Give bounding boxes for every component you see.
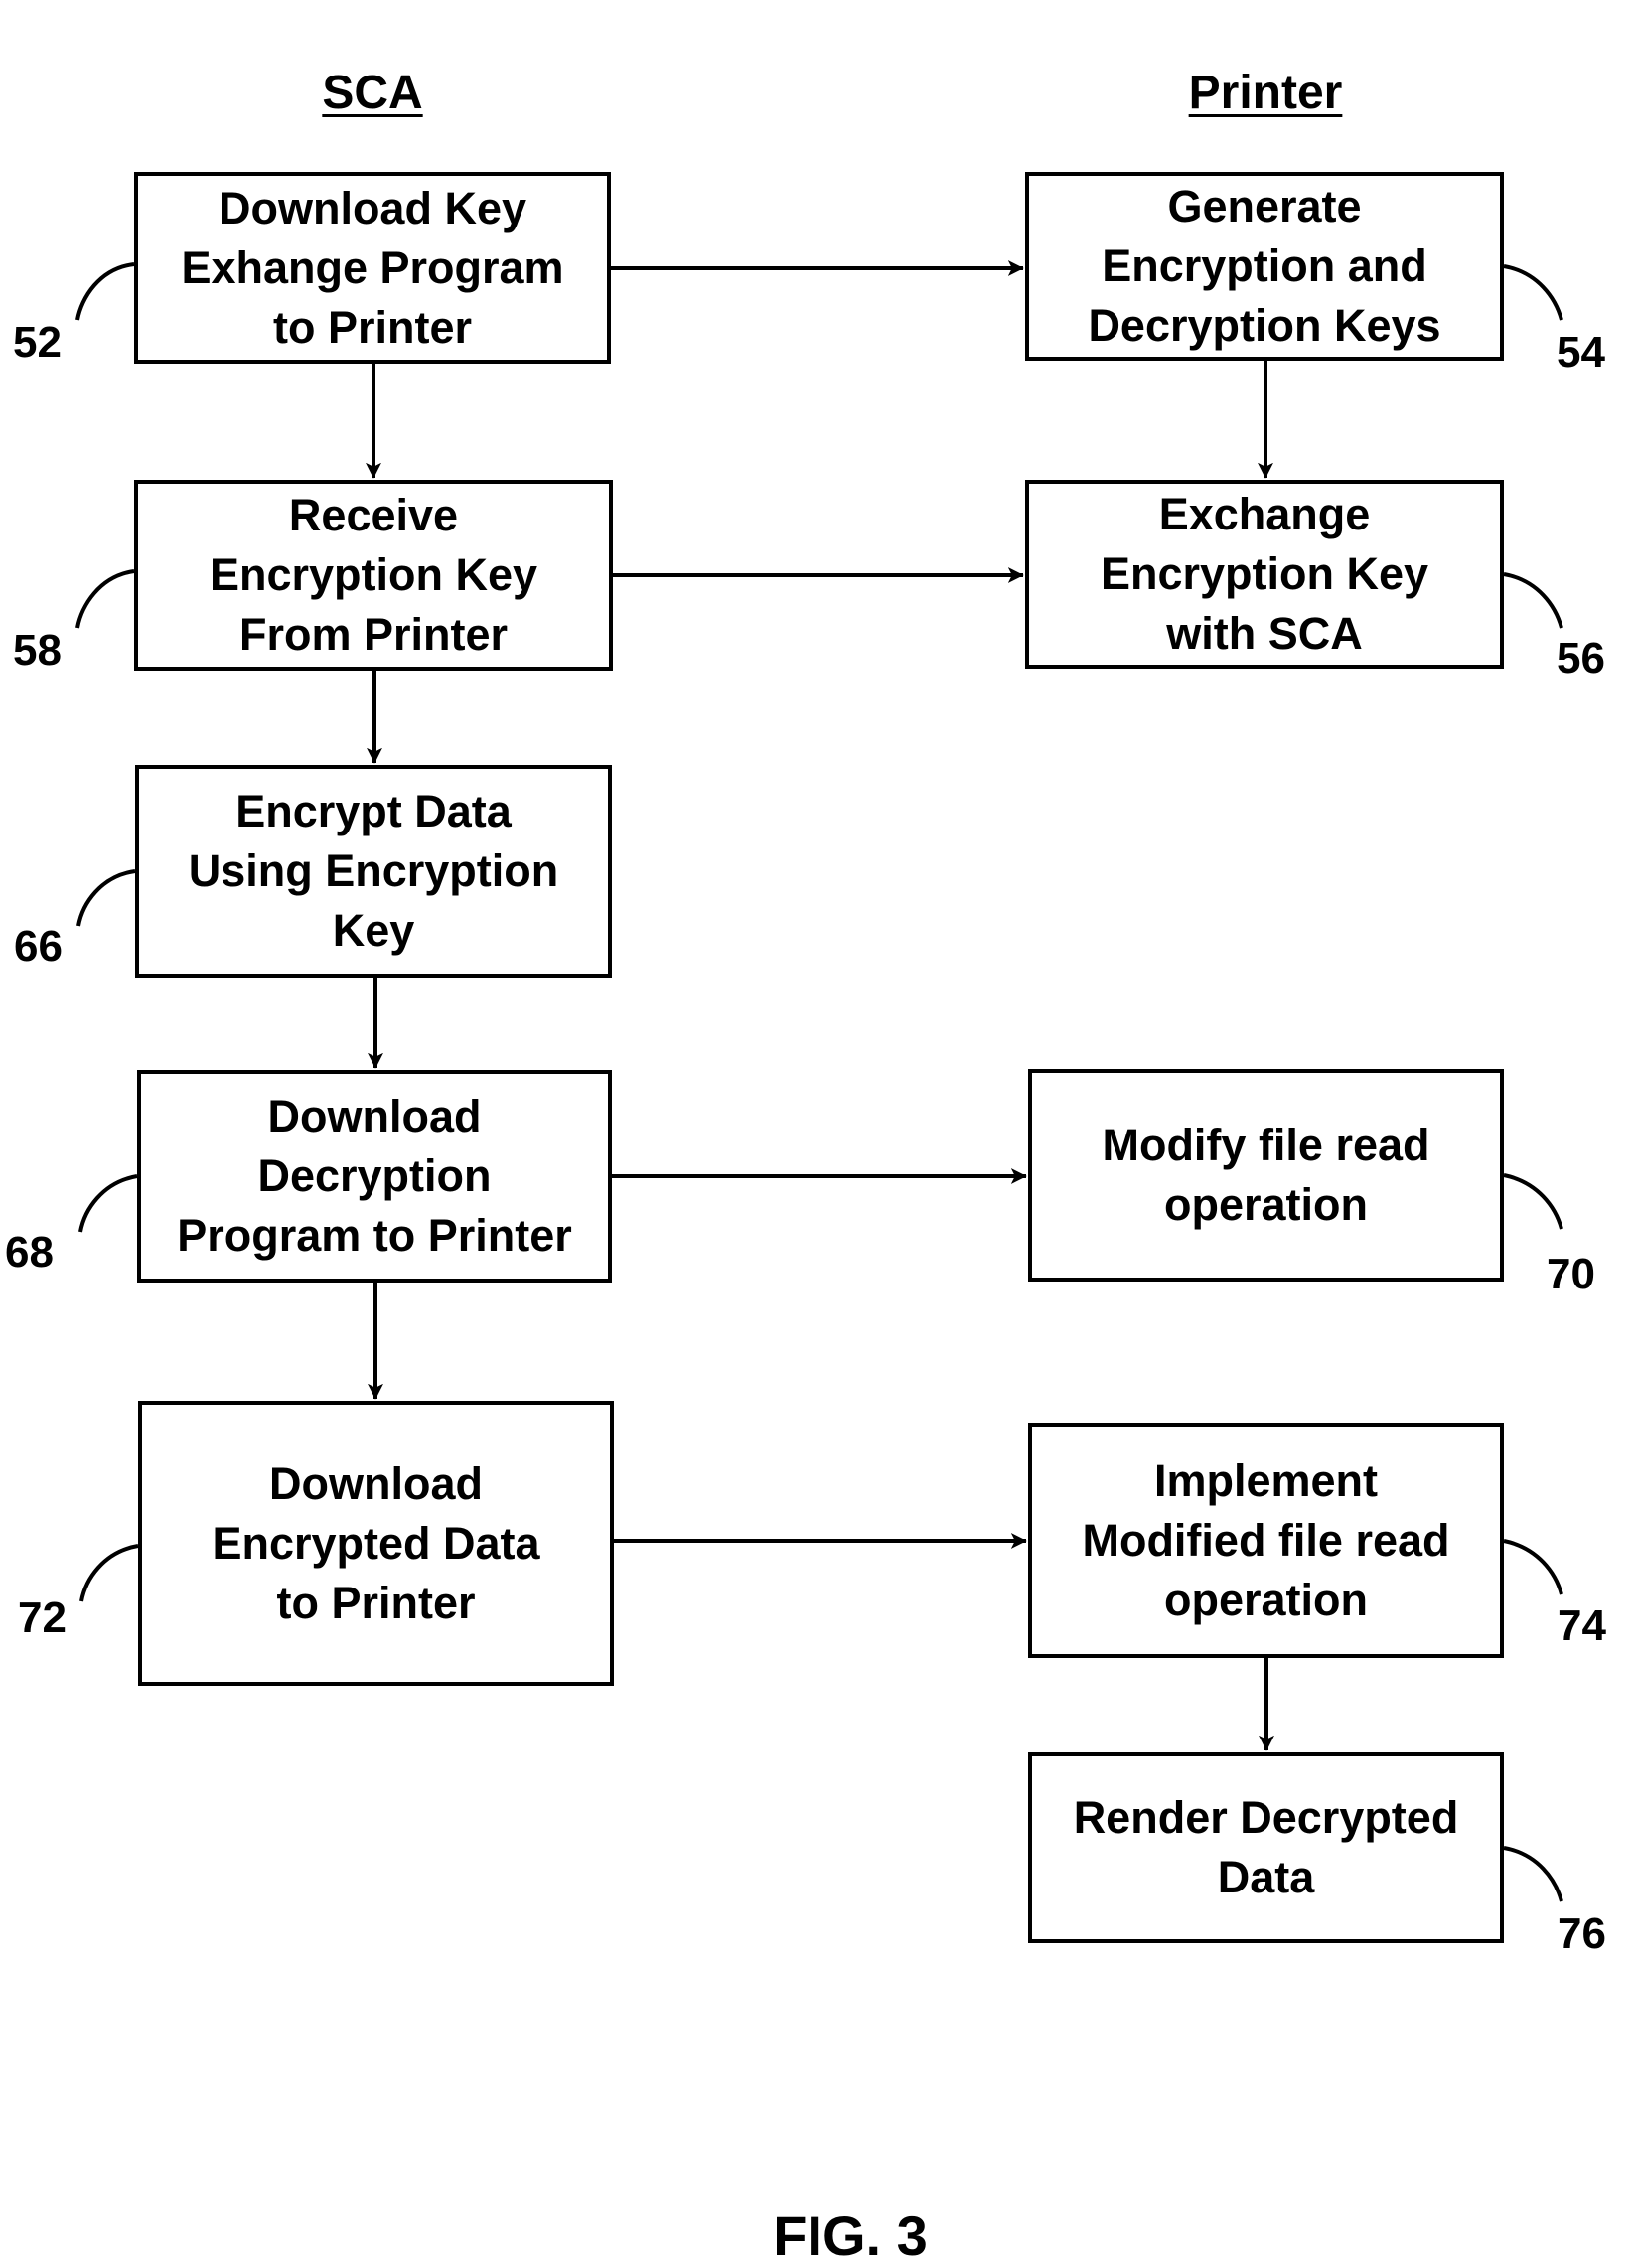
step-text-76: Render Decrypted Data	[1073, 1792, 1459, 1902]
step-text-66: Encrypt Data Using Encryption Key	[188, 786, 559, 956]
leader-line-66	[76, 869, 136, 927]
step-text-72: Download Encrypted Data to Printer	[212, 1457, 540, 1628]
ref-numeral-68: 68	[5, 1228, 54, 1277]
ref-numeral-74: 74	[1558, 1601, 1606, 1650]
leader-line-72	[79, 1544, 139, 1602]
ref-numeral-76: 76	[1558, 1909, 1606, 1958]
step-box-72: Download Encrypted Data to Printer	[138, 1401, 614, 1686]
ref-numeral-72: 72	[18, 1593, 67, 1642]
step-box-70: Modify file read operation	[1028, 1069, 1504, 1282]
ref-numeral-58: 58	[13, 626, 62, 675]
ref-numeral-66: 66	[14, 922, 63, 971]
leader-line-70	[1503, 1173, 1563, 1230]
leader-line-52	[75, 262, 135, 321]
step-text-68: Download Decryption Program to Printer	[177, 1091, 572, 1261]
ref-numeral-56: 56	[1557, 634, 1605, 682]
leader-line-76	[1503, 1846, 1563, 1902]
step-text-74: Implement Modified file read operation	[1082, 1454, 1450, 1625]
step-text-54: Generate Encryption and Decryption Keys	[1088, 181, 1441, 351]
leader-line-74	[1503, 1539, 1563, 1595]
ref-numeral-52: 52	[13, 318, 62, 367]
step-box-54: Generate Encryption and Decryption Keys	[1025, 172, 1504, 361]
step-box-58: Receive Encryption Key From Printer	[134, 480, 613, 671]
figure-label: FIG. 3	[773, 2204, 928, 2267]
step-box-74: Implement Modified file read operation	[1028, 1423, 1504, 1658]
leader-line-56	[1503, 572, 1563, 629]
leader-line-54	[1503, 264, 1563, 321]
step-box-68: Download Decryption Program to Printer	[137, 1070, 612, 1283]
ref-numeral-70: 70	[1547, 1250, 1595, 1298]
step-text-70: Modify file read operation	[1102, 1120, 1430, 1230]
step-box-56: Exchange Encryption Key with SCA	[1025, 480, 1504, 669]
ref-numeral-54: 54	[1557, 328, 1605, 377]
leader-line-58	[75, 569, 135, 629]
step-box-66: Encrypt Data Using Encryption Key	[135, 765, 612, 978]
step-box-52: Download Key Exhange Program to Printer	[134, 172, 611, 364]
step-text-52: Download Key Exhange Program to Printer	[181, 182, 564, 353]
step-box-76: Render Decrypted Data	[1028, 1752, 1504, 1943]
leader-line-68	[78, 1174, 138, 1233]
step-text-56: Exchange Encryption Key with SCA	[1100, 489, 1429, 659]
step-text-58: Receive Encryption Key From Printer	[209, 490, 538, 660]
